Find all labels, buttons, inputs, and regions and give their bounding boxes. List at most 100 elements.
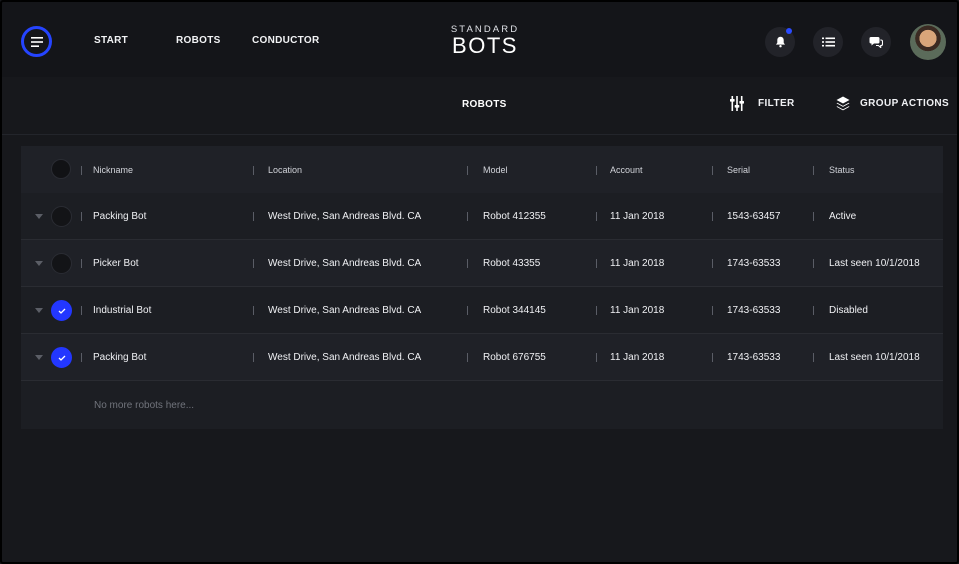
cell-status: Active <box>829 211 857 222</box>
bell-icon <box>775 36 785 48</box>
column-divider <box>813 259 814 268</box>
cell-serial: 1743-63533 <box>727 352 781 363</box>
column-divider <box>712 166 713 175</box>
column-header-serial[interactable]: Serial <box>727 165 750 175</box>
column-divider <box>81 166 82 175</box>
filter-button[interactable]: FILTER <box>730 96 795 111</box>
group-actions-label: GROUP ACTIONS <box>860 98 950 109</box>
column-divider <box>813 212 814 221</box>
select-all-checkbox[interactable] <box>51 159 71 179</box>
column-divider <box>81 259 82 268</box>
cell-status: Last seen 10/1/2018 <box>829 352 920 363</box>
table-header: Nickname Location Model Account Serial S… <box>21 146 943 193</box>
list-icon <box>821 37 835 47</box>
column-header-model[interactable]: Model <box>483 165 508 175</box>
notification-dot <box>786 28 792 34</box>
top-navigation-bar: START ROBOTS CONDUCTOR STANDARD BOTS <box>2 2 957 77</box>
column-header-status[interactable]: Status <box>829 165 855 175</box>
column-divider <box>81 353 82 362</box>
column-divider <box>596 353 597 362</box>
empty-list-note: No more robots here... <box>94 400 195 411</box>
cell-model: Robot 43355 <box>483 258 541 269</box>
cell-account: 11 Jan 2018 <box>610 305 665 316</box>
menu-button[interactable] <box>21 26 52 57</box>
table-row[interactable]: Packing Bot West Drive, San Andreas Blvd.… <box>21 334 943 381</box>
expand-row-caret-icon[interactable] <box>35 214 43 219</box>
expand-row-caret-icon[interactable] <box>35 308 43 313</box>
checkmark-icon <box>58 308 65 314</box>
filter-label: FILTER <box>758 98 795 109</box>
logo-main-text: BOTS <box>452 33 518 58</box>
column-divider <box>467 212 468 221</box>
cell-account: 11 Jan 2018 <box>610 258 665 269</box>
column-divider <box>813 306 814 315</box>
column-header-location[interactable]: Location <box>268 165 302 175</box>
column-divider <box>253 306 254 315</box>
hamburger-icon <box>30 36 43 47</box>
column-divider <box>467 306 468 315</box>
column-divider <box>813 353 814 362</box>
column-divider <box>467 353 468 362</box>
column-divider <box>81 212 82 221</box>
cell-nickname: Packing Bot <box>93 352 147 363</box>
page-toolbar: ROBOTS FILTER GROUP ACTIONS <box>2 77 957 135</box>
nav-link-start[interactable]: START <box>94 35 128 46</box>
chat-bubbles-icon <box>869 37 883 48</box>
notifications-button[interactable] <box>765 27 795 57</box>
column-divider <box>596 259 597 268</box>
table-row[interactable]: Industrial Bot West Drive, San Andreas Bl… <box>21 287 943 334</box>
cell-location: West Drive, San Andreas Blvd. CA <box>268 211 422 222</box>
cell-serial: 1743-63533 <box>727 305 781 316</box>
cell-account: 11 Jan 2018 <box>610 352 665 363</box>
nav-link-conductor[interactable]: CONDUCTOR <box>252 35 320 46</box>
table-row[interactable]: Packing Bot West Drive, San Andreas Blvd.… <box>21 193 943 240</box>
column-header-account[interactable]: Account <box>610 165 643 175</box>
cell-serial: 1743-63533 <box>727 258 781 269</box>
column-divider <box>712 306 713 315</box>
column-divider <box>712 212 713 221</box>
sliders-icon <box>730 96 744 111</box>
column-divider <box>813 166 814 175</box>
list-view-button[interactable] <box>813 27 843 57</box>
column-divider <box>81 306 82 315</box>
cell-location: West Drive, San Andreas Blvd. CA <box>268 305 422 316</box>
standard-bots-logo[interactable]: STANDARD BOTS <box>448 25 522 57</box>
cell-location: West Drive, San Andreas Blvd. CA <box>268 258 422 269</box>
column-divider <box>596 306 597 315</box>
cell-location: West Drive, San Andreas Blvd. CA <box>268 352 422 363</box>
column-divider <box>253 259 254 268</box>
cell-account: 11 Jan 2018 <box>610 211 665 222</box>
cell-status: Disabled <box>829 305 868 316</box>
column-divider <box>712 353 713 362</box>
column-divider <box>596 166 597 175</box>
row-select-checkbox[interactable] <box>51 300 72 321</box>
messages-button[interactable] <box>861 27 891 57</box>
row-select-checkbox[interactable] <box>51 347 72 368</box>
column-divider <box>596 212 597 221</box>
page-title: ROBOTS <box>462 99 507 110</box>
cell-model: Robot 412355 <box>483 211 546 222</box>
user-avatar[interactable] <box>910 24 946 60</box>
cell-nickname: Industrial Bot <box>93 305 152 316</box>
checkmark-icon <box>58 355 65 361</box>
nav-link-robots[interactable]: ROBOTS <box>176 35 221 46</box>
robots-table: Nickname Location Model Account Serial S… <box>21 146 943 429</box>
layers-icon <box>836 96 850 111</box>
column-divider <box>253 353 254 362</box>
cell-nickname: Picker Bot <box>93 258 139 269</box>
cell-status: Last seen 10/1/2018 <box>829 258 920 269</box>
column-divider <box>253 166 254 175</box>
cell-model: Robot 676755 <box>483 352 546 363</box>
expand-row-caret-icon[interactable] <box>35 355 43 360</box>
cell-model: Robot 344145 <box>483 305 546 316</box>
column-divider <box>253 212 254 221</box>
column-divider <box>712 259 713 268</box>
column-header-nickname[interactable]: Nickname <box>93 165 133 175</box>
group-actions-button[interactable]: GROUP ACTIONS <box>836 96 949 111</box>
table-row[interactable]: Picker Bot West Drive, San Andreas Blvd. … <box>21 240 943 287</box>
column-divider <box>467 166 468 175</box>
expand-row-caret-icon[interactable] <box>35 261 43 266</box>
row-select-checkbox[interactable] <box>51 253 72 274</box>
row-select-checkbox[interactable] <box>51 206 72 227</box>
cell-serial: 1543-63457 <box>727 211 781 222</box>
